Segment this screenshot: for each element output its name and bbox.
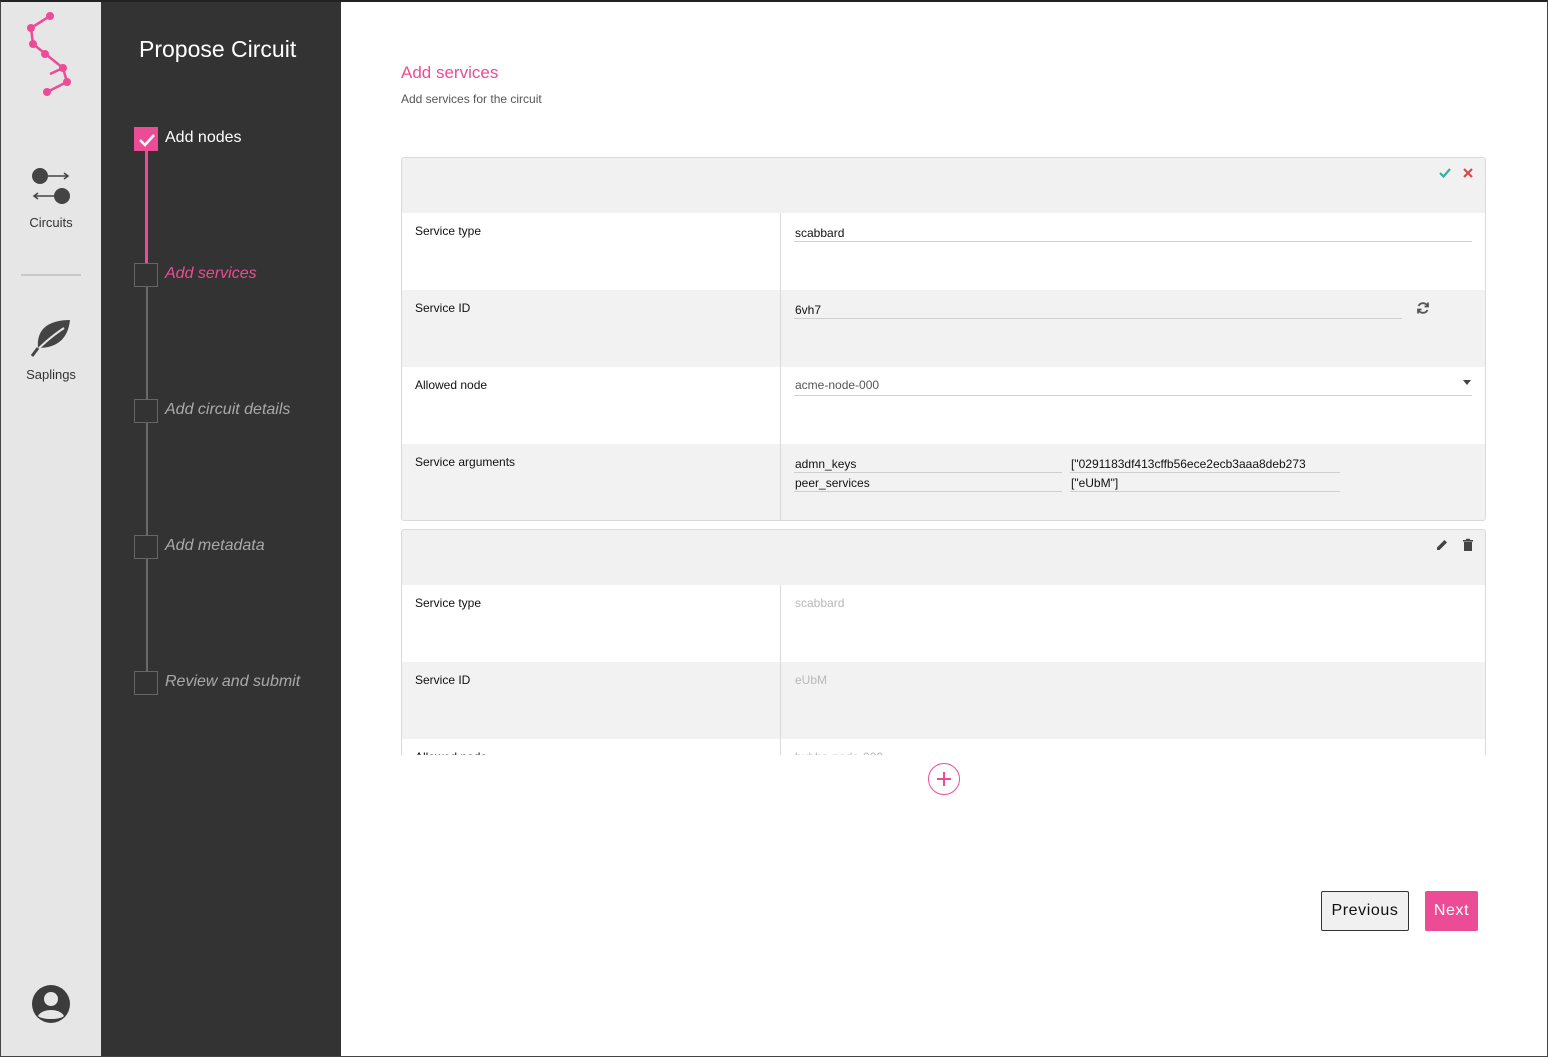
- nav-rail: Circuits Saplings: [1, 2, 101, 1056]
- service-arguments-label: Service arguments: [402, 444, 781, 520]
- step-checkbox: [134, 263, 158, 287]
- next-button[interactable]: Next: [1425, 891, 1478, 931]
- step-checkbox: [134, 399, 158, 423]
- step-checkbox: [134, 535, 158, 559]
- step-label: Add nodes: [165, 129, 242, 146]
- splinter-logo[interactable]: [23, 10, 79, 96]
- stepper-panel: Propose Circuit Add nodes Add services A…: [101, 2, 341, 1056]
- confirm-check-icon[interactable]: [1438, 166, 1452, 185]
- section-title: Add services: [401, 63, 499, 82]
- service-card-header: [402, 158, 1485, 213]
- service-type-label: Service type: [402, 585, 781, 662]
- allowed-node-row: Allowed node acme-node-000: [402, 367, 1485, 444]
- section-subtitle: Add services for the circuit: [401, 92, 542, 106]
- service-card-editing: Service type Service ID Allowed node acm…: [401, 157, 1486, 521]
- argument-key-input[interactable]: [794, 474, 1062, 492]
- step-connector: [146, 423, 148, 535]
- step-label: Add circuit details: [165, 401, 291, 418]
- rail-item-label: Saplings: [26, 367, 76, 382]
- service-id-label: Service ID: [402, 290, 781, 367]
- service-id-value: eUbM: [795, 673, 828, 687]
- argument-row: [794, 455, 1472, 474]
- step-label: Add services: [165, 265, 257, 282]
- service-id-row: Service ID: [402, 290, 1485, 367]
- argument-value-input[interactable]: [1070, 474, 1340, 492]
- delete-trash-icon[interactable]: [1461, 538, 1475, 557]
- service-type-value: scabbard: [795, 596, 845, 610]
- chevron-down-icon[interactable]: [1463, 380, 1471, 385]
- allowed-node-value: bubba-node-000: [794, 750, 1472, 755]
- step-label: Add metadata: [165, 537, 265, 554]
- service-type-row: Service type: [402, 213, 1485, 290]
- service-type-row: Service type scabbard: [402, 585, 1485, 662]
- allowed-node-label: Allowed node: [402, 739, 781, 755]
- step-label: Review and submit: [165, 673, 301, 690]
- circuits-icon: [1, 166, 101, 209]
- service-type-input[interactable]: [794, 224, 1472, 242]
- rail-item-circuits[interactable]: Circuits: [1, 166, 101, 230]
- check-icon: [139, 134, 155, 147]
- rail-item-saplings[interactable]: Saplings: [1, 318, 101, 382]
- allowed-node-row: Allowed node bubba-node-000: [402, 739, 1485, 755]
- argument-row: [794, 474, 1472, 493]
- rail-item-label: Circuits: [29, 215, 73, 230]
- service-id-row: Service ID eUbM: [402, 662, 1485, 739]
- allowed-node-select[interactable]: acme-node-000: [794, 378, 1472, 396]
- previous-button[interactable]: Previous: [1321, 891, 1409, 931]
- cancel-close-icon[interactable]: [1461, 166, 1475, 185]
- service-card-header: [402, 530, 1485, 585]
- service-type-label: Service type: [402, 213, 781, 290]
- argument-key-input[interactable]: [794, 455, 1062, 473]
- step-connector: [146, 287, 148, 399]
- step-connector-done: [145, 151, 148, 263]
- step-checkbox: [134, 671, 158, 695]
- service-arguments-row: Service arguments: [402, 444, 1485, 520]
- service-id-input[interactable]: [794, 301, 1402, 319]
- service-id-label: Service ID: [402, 662, 781, 739]
- edit-pencil-icon[interactable]: [1435, 538, 1449, 557]
- leaf-icon: [1, 318, 101, 361]
- page-title: Propose Circuit: [139, 36, 297, 62]
- rail-divider: [21, 274, 81, 276]
- add-service-button[interactable]: [928, 763, 960, 795]
- service-card-saved: Service type scabbard Service ID eUbM Al…: [401, 529, 1486, 755]
- refresh-icon[interactable]: [1416, 301, 1430, 318]
- argument-value-input[interactable]: [1070, 455, 1340, 473]
- account-circle-icon[interactable]: [31, 984, 71, 1029]
- step-checkbox-checked: [134, 127, 158, 151]
- step-connector: [146, 559, 148, 671]
- allowed-node-label: Allowed node: [402, 367, 781, 444]
